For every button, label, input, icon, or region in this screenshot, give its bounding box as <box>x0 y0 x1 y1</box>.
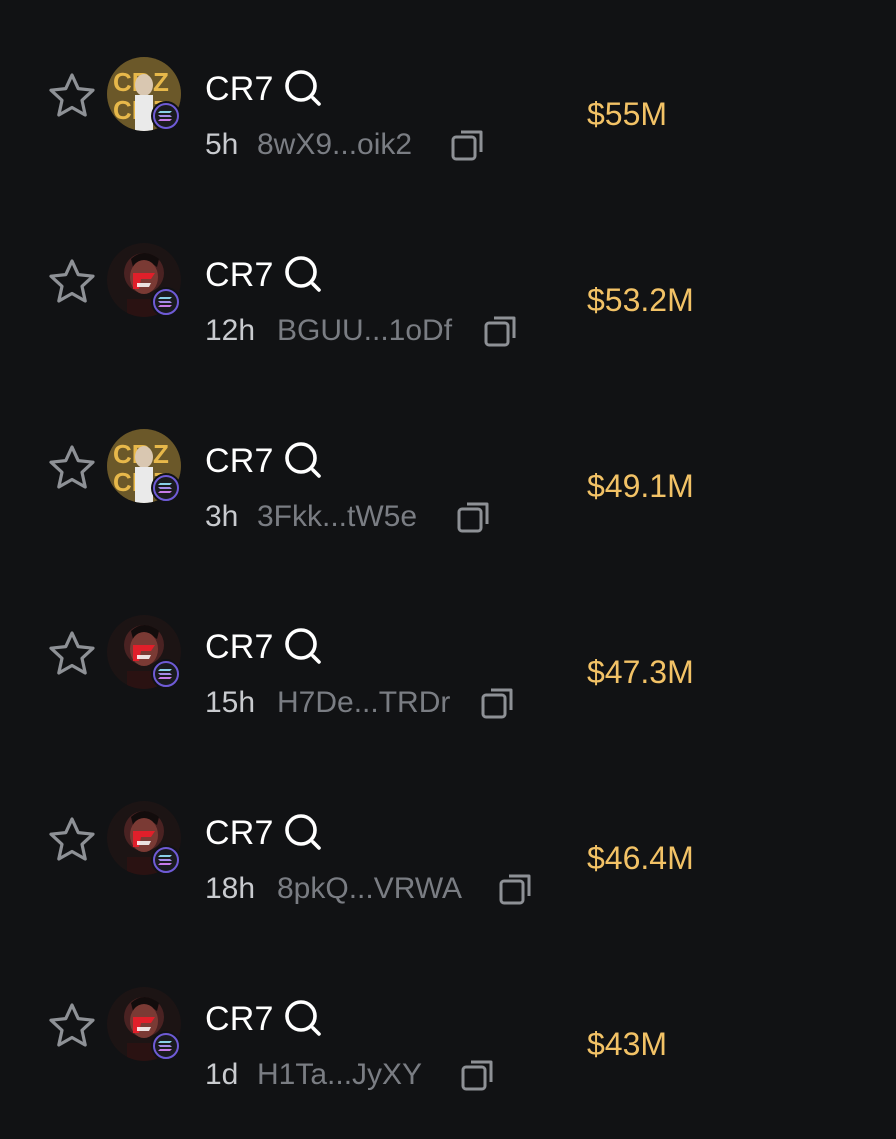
token-name: CR7 <box>205 70 274 108</box>
solana-icon <box>151 287 181 317</box>
copy-icon[interactable] <box>458 1055 498 1095</box>
token-avatar[interactable] <box>107 243 181 317</box>
market-cap: $47.3M <box>587 654 694 690</box>
search-icon[interactable] <box>282 997 326 1041</box>
token-row[interactable]: CR7 12h BGUU...1oDf $53.2M <box>0 203 896 353</box>
solana-icon <box>151 473 181 503</box>
copy-icon[interactable] <box>454 497 494 537</box>
token-age: 1d <box>205 1058 239 1091</box>
star-icon[interactable] <box>46 257 98 307</box>
token-row[interactable]: CR Z CR Z CR7 5h <box>0 17 896 167</box>
token-list: CR Z CR Z CR7 5h <box>0 0 896 1139</box>
token-name: CR7 <box>205 628 274 666</box>
market-cap: $55M <box>587 96 668 132</box>
market-cap: $53.2M <box>587 282 694 318</box>
svg-text:Z: Z <box>153 67 169 97</box>
token-address[interactable]: 3Fkk...tW5e <box>257 501 417 533</box>
token-name: CR7 <box>205 1000 274 1038</box>
solana-icon <box>151 845 181 875</box>
search-icon[interactable] <box>282 811 326 855</box>
token-address[interactable]: 8pkQ...VRWA <box>277 873 462 905</box>
token-avatar[interactable] <box>107 987 181 1061</box>
token-row[interactable]: CR7 1d H1Ta...JyXY $43M <box>0 947 896 1097</box>
star-icon[interactable] <box>46 1001 98 1051</box>
token-avatar[interactable] <box>107 615 181 689</box>
token-age: 5h <box>205 128 239 161</box>
token-address[interactable]: H7De...TRDr <box>277 687 450 719</box>
token-row[interactable]: CR7 15h H7De...TRDr $47.3M <box>0 575 896 725</box>
token-age: 15h <box>205 686 256 719</box>
solana-icon <box>151 101 181 131</box>
token-row[interactable]: CR7 18h 8pkQ...VRWA $46.4M <box>0 761 896 911</box>
svg-text:Z: Z <box>153 439 169 469</box>
token-age: 18h <box>205 872 256 905</box>
token-address[interactable]: 8wX9...oik2 <box>257 129 412 161</box>
token-address[interactable]: BGUU...1oDf <box>277 315 452 347</box>
solana-icon <box>151 659 181 689</box>
star-icon[interactable] <box>46 443 98 493</box>
token-name: CR7 <box>205 442 274 480</box>
search-icon[interactable] <box>282 625 326 669</box>
token-address[interactable]: H1Ta...JyXY <box>257 1059 422 1091</box>
copy-icon[interactable] <box>478 683 518 723</box>
token-name: CR7 <box>205 256 274 294</box>
token-avatar[interactable]: CR Z CR Z <box>107 429 181 503</box>
solana-icon <box>151 1031 181 1061</box>
token-name: CR7 <box>205 814 274 852</box>
search-icon[interactable] <box>282 67 326 111</box>
market-cap: $43M <box>587 1026 668 1062</box>
search-icon[interactable] <box>282 253 326 297</box>
search-icon[interactable] <box>282 439 326 483</box>
token-age: 3h <box>205 500 239 533</box>
market-cap: $49.1M <box>587 468 694 504</box>
star-icon[interactable] <box>46 629 98 679</box>
copy-icon[interactable] <box>448 125 488 165</box>
token-avatar[interactable]: CR Z CR Z <box>107 57 181 131</box>
star-icon[interactable] <box>46 71 98 121</box>
copy-icon[interactable] <box>481 311 521 351</box>
token-avatar[interactable] <box>107 801 181 875</box>
token-row[interactable]: CR Z CR Z CR7 3h <box>0 389 896 539</box>
star-icon[interactable] <box>46 815 98 865</box>
copy-icon[interactable] <box>496 869 536 909</box>
token-age: 12h <box>205 314 256 347</box>
market-cap: $46.4M <box>587 840 694 876</box>
